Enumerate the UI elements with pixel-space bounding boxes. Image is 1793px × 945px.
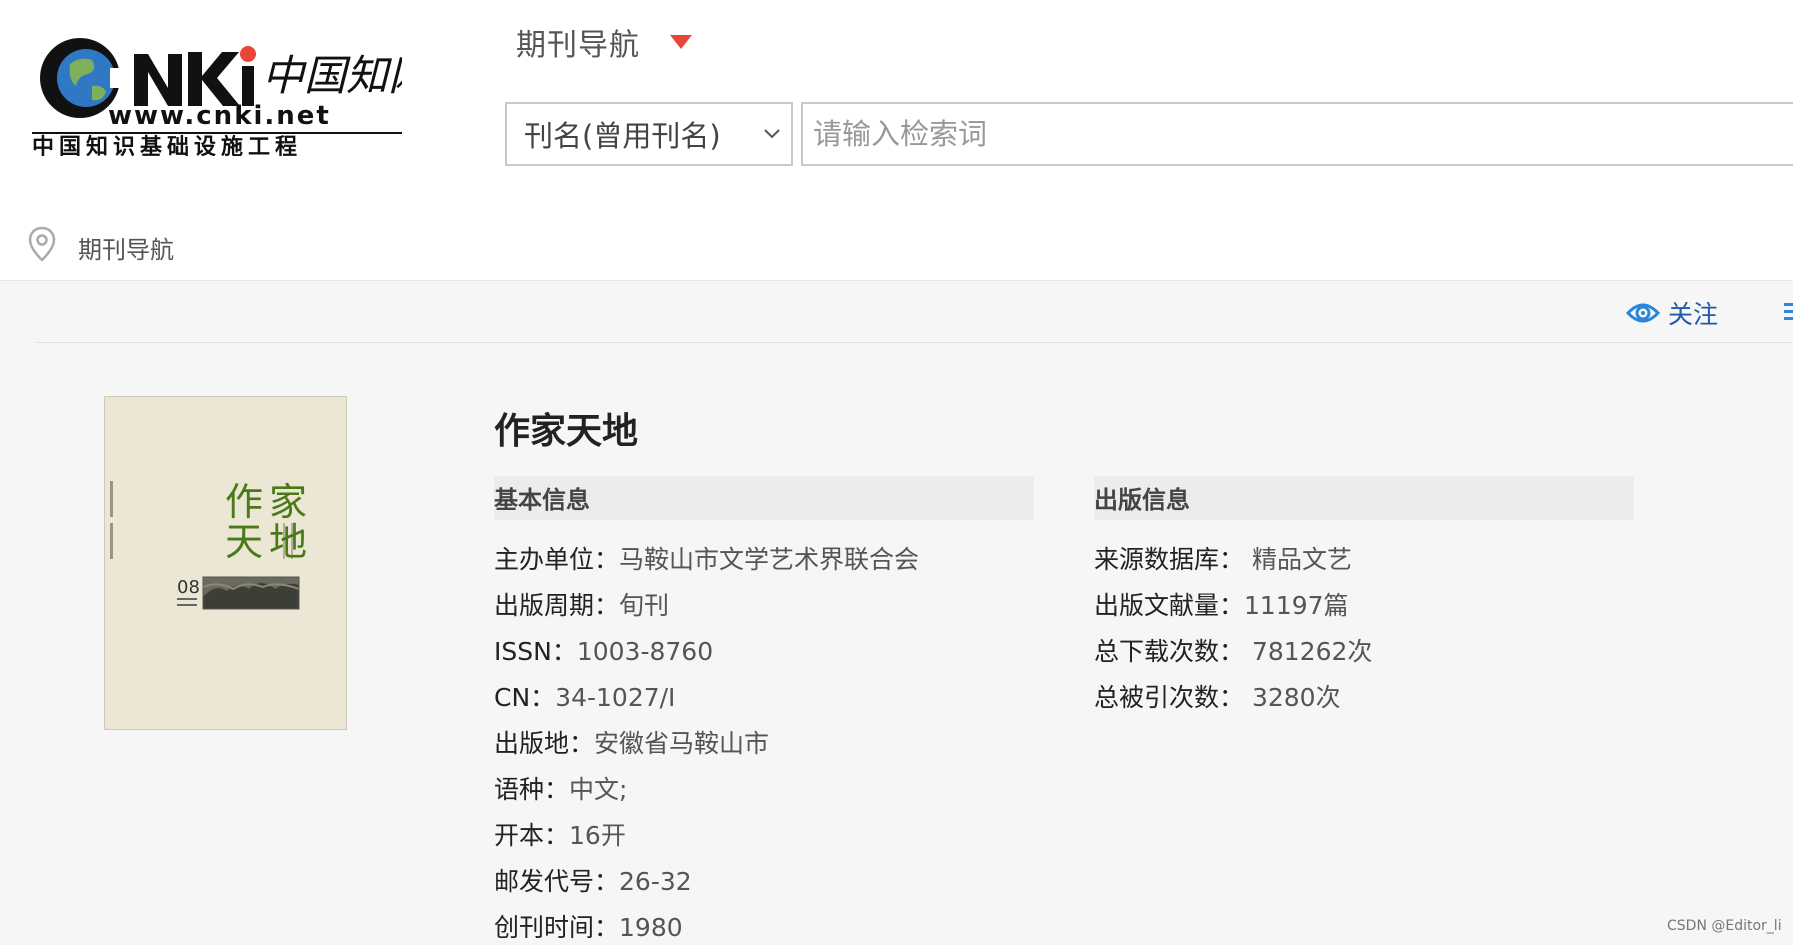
publish-info-heading: 出版信息 bbox=[1094, 476, 1634, 520]
logo-url-text: www.cnki.net bbox=[108, 101, 331, 131]
info-row-sponsor: 主办单位：马鞍山市文学艺术界联合会 bbox=[494, 540, 919, 576]
toolbar-divider bbox=[36, 342, 1793, 343]
info-value: 3280次 bbox=[1244, 683, 1341, 712]
info-label: 出版文献量： bbox=[1094, 591, 1245, 620]
journal-nav-dropdown[interactable]: 期刊导航 bbox=[516, 20, 692, 64]
info-row-citations: 总被引次数： 3280次 bbox=[1094, 678, 1341, 714]
info-label: 创刊时间： bbox=[494, 913, 620, 942]
info-row-founded: 创刊时间：1980 bbox=[494, 908, 683, 944]
cover-artwork: 作家 天地 08 bbox=[105, 397, 346, 729]
follow-label: 关注 bbox=[1668, 300, 1719, 329]
info-row-article-count: 出版文献量：11197篇 bbox=[1094, 586, 1349, 622]
info-label: ISSN： bbox=[494, 637, 577, 666]
info-label: 出版地： bbox=[494, 729, 595, 758]
info-row-format: 开本：16开 bbox=[494, 816, 626, 852]
info-value: 旬刊 bbox=[619, 591, 670, 620]
follow-button[interactable]: 关注 bbox=[1626, 296, 1718, 330]
journal-cover: 作家 天地 08 bbox=[104, 396, 347, 730]
location-pin-icon bbox=[28, 226, 56, 262]
cover-issue-number: 08 bbox=[177, 577, 200, 598]
logo-chinese-text: 中国知网 bbox=[262, 51, 402, 100]
info-row-location: 出版地：安徽省马鞍山市 bbox=[494, 724, 769, 760]
info-row-language: 语种：中文; bbox=[494, 770, 627, 806]
info-row-issn: ISSN：1003-8760 bbox=[494, 632, 713, 668]
info-value: 34-1027/I bbox=[555, 683, 676, 712]
breadcrumb-journal-nav-link[interactable]: 期刊导航 bbox=[78, 230, 174, 265]
search-input[interactable] bbox=[801, 102, 1793, 166]
chevron-down-icon bbox=[764, 129, 780, 139]
info-label: 出版周期： bbox=[494, 591, 620, 620]
info-value: 16开 bbox=[569, 821, 626, 850]
info-label: 总下载次数： bbox=[1094, 637, 1245, 666]
search-type-select[interactable]: 刊名(曾用刊名) bbox=[505, 102, 793, 166]
info-label: 开本： bbox=[494, 821, 570, 850]
cnki-logo[interactable]: 中国知网 www.cnki.net 中国知识基础设施工程 bbox=[30, 16, 402, 156]
info-value: 安徽省马鞍山市 bbox=[594, 729, 770, 758]
breadcrumb: 期刊导航 bbox=[0, 192, 1793, 281]
cover-title-line1: 作家 bbox=[225, 480, 313, 524]
journal-title: 作家天地 bbox=[494, 411, 639, 452]
info-value: 11197篇 bbox=[1244, 591, 1349, 620]
info-value: 1003-8760 bbox=[576, 637, 714, 666]
info-value: 1980 bbox=[619, 913, 683, 942]
info-label: 语种： bbox=[494, 775, 570, 804]
info-label: CN： bbox=[494, 683, 556, 712]
journal-nav-label: 期刊导航 bbox=[516, 28, 640, 63]
list-icon[interactable] bbox=[1784, 301, 1793, 323]
info-row-postal-code: 邮发代号：26-32 bbox=[494, 862, 692, 898]
search-type-label: 刊名(曾用刊名) bbox=[524, 119, 721, 153]
cover-title-line2: 天地 bbox=[225, 520, 313, 564]
csdn-watermark: CSDN @Editor_li bbox=[1667, 918, 1782, 934]
info-value: 781262次 bbox=[1244, 637, 1373, 666]
eye-icon bbox=[1626, 303, 1660, 323]
info-row-source-db: 来源数据库： 精品文艺 bbox=[1094, 540, 1352, 576]
caret-down-icon bbox=[670, 35, 692, 49]
basic-info-heading: 基本信息 bbox=[494, 476, 1034, 520]
info-label: 来源数据库： bbox=[1094, 545, 1245, 574]
info-row-downloads: 总下载次数： 781262次 bbox=[1094, 632, 1372, 668]
info-label: 邮发代号： bbox=[494, 867, 620, 896]
info-value: 中文; bbox=[569, 775, 628, 804]
info-value: 精品文艺 bbox=[1244, 545, 1352, 574]
info-row-frequency: 出版周期：旬刊 bbox=[494, 586, 669, 622]
logo-tagline-text: 中国知识基础设施工程 bbox=[32, 134, 302, 156]
top-header: 中国知网 www.cnki.net 中国知识基础设施工程 期刊导航 刊名(曾用刊… bbox=[0, 0, 1793, 192]
info-label: 主办单位： bbox=[494, 545, 620, 574]
info-row-cn: CN：34-1027/I bbox=[494, 678, 675, 714]
info-label: 总被引次数： bbox=[1094, 683, 1245, 712]
info-value: 马鞍山市文学艺术界联合会 bbox=[619, 545, 920, 574]
info-value: 26-32 bbox=[619, 867, 692, 896]
